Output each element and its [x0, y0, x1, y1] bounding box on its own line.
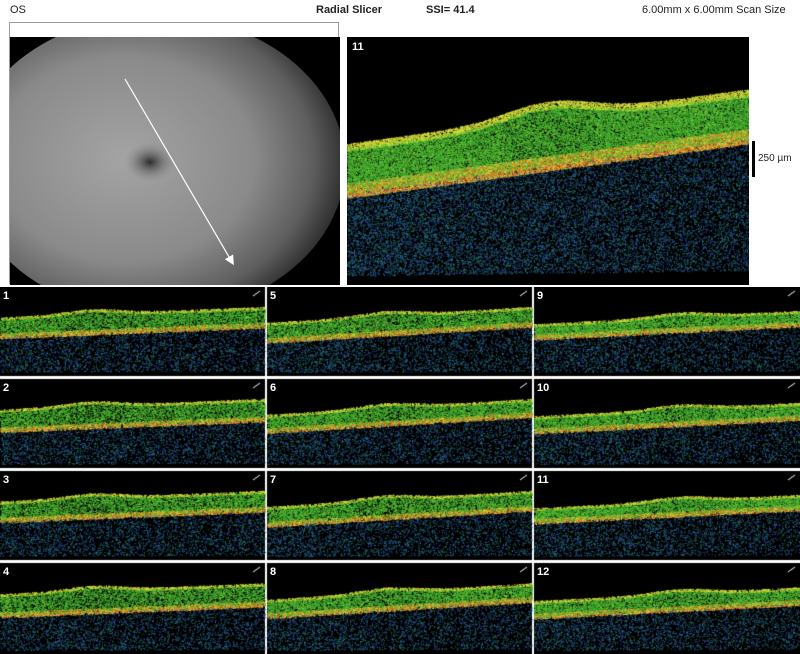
thumbnail-label: 7 — [270, 474, 277, 486]
scale-bar-label: 250 µm — [758, 153, 792, 164]
scale-bar — [752, 141, 755, 177]
thumbnail-label: 3 — [3, 474, 10, 486]
bscan-thumbnail-grid — [0, 287, 800, 654]
thumbnail-label: 11 — [537, 474, 549, 486]
macula-spot — [124, 142, 176, 182]
thumbnail-label: 1 — [3, 290, 10, 302]
thumbnail-label: 9 — [537, 290, 544, 302]
thumbnail-label: 6 — [270, 382, 277, 394]
thumbnail-label: 10 — [537, 382, 550, 394]
scan-size-label: 6.00mm x 6.00mm Scan Size — [642, 4, 786, 16]
eye-label: OS — [10, 4, 26, 16]
thumbnail-label: 2 — [3, 382, 10, 394]
bscan-main-label: 11 — [352, 41, 364, 53]
fundus-image[interactable] — [10, 37, 340, 285]
thumbnail-label: 12 — [537, 566, 550, 578]
thumbnail-label: 5 — [270, 290, 277, 302]
thumbnail-label: 8 — [270, 566, 277, 578]
bscan-main — [347, 37, 749, 285]
thumbnail-label: 4 — [3, 566, 10, 578]
mode-title: Radial Slicer — [316, 4, 383, 16]
ssi-label: SSI= 41.4 — [426, 4, 475, 16]
